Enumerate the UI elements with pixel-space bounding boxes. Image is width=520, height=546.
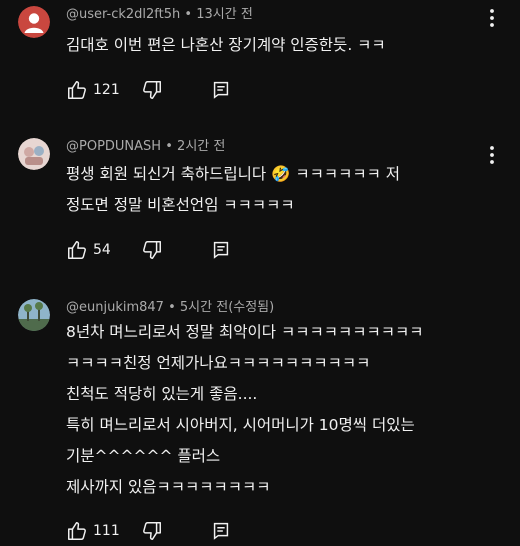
comment-actions: 111 <box>66 520 266 544</box>
avatar[interactable] <box>18 138 50 170</box>
comment-line: 친척도 적당히 있는게 좋음.... <box>66 385 258 403</box>
comment-author[interactable]: @POPDUNASH <box>66 139 161 154</box>
thumbs-down-icon[interactable] <box>141 239 163 261</box>
comment-time[interactable]: 2시간 전 <box>177 139 225 154</box>
comment-line: 제사까지 있음ㅋㅋㅋㅋㅋㅋㅋㅋ <box>66 478 271 496</box>
comment-line: 기분^^^^^^ 플러스 <box>66 447 221 465</box>
comment-line: 평생 회원 되신거 축하드립니다 🤣 ㅋㅋㅋㅋㅋㅋ 저 <box>66 165 401 183</box>
avatar[interactable] <box>18 299 50 331</box>
like-count: 121 <box>93 82 120 98</box>
thumbs-up-icon[interactable] <box>66 520 88 542</box>
avatar[interactable] <box>18 6 50 38</box>
thumbs-down-icon[interactable] <box>141 520 163 542</box>
meta-separator: • <box>165 139 173 154</box>
more-vert-icon[interactable] <box>482 143 502 167</box>
comment-time[interactable]: 5시간 전(수정됨) <box>180 300 274 315</box>
comment-text: 8년차 며느리로서 정말 최악이다 ㅋㅋㅋㅋㅋㅋㅋㅋㅋㅋ ㅋㅋㅋㅋ친정 언제가나… <box>66 317 424 503</box>
comment-line: 정도면 정말 비혼선언임 ㅋㅋㅋㅋㅋ <box>66 196 295 214</box>
comment-actions: 121 <box>66 79 266 103</box>
meta-separator: • <box>184 7 193 22</box>
comment-author[interactable]: @eunjukim847 <box>66 300 164 315</box>
thumbs-down-icon[interactable] <box>141 79 163 101</box>
comment-line: 특히 며느리로서 시아버지, 시어머니가 10명씩 더있는 <box>66 416 415 434</box>
like-count: 54 <box>93 242 111 258</box>
comment-meta: @user-ck2dl2ft5h • 13시간 전 <box>66 6 253 24</box>
reply-icon[interactable] <box>210 520 232 542</box>
comment-line: ㅋㅋㅋㅋ친정 언제가나요ㅋㅋㅋㅋㅋㅋㅋㅋㅋㅋ <box>66 354 371 372</box>
like-count: 111 <box>93 523 120 539</box>
comment-time[interactable]: 13시간 전 <box>196 7 253 22</box>
comment-text: 평생 회원 되신거 축하드립니다 🤣 ㅋㅋㅋㅋㅋㅋ 저 정도면 정말 비혼선언임… <box>66 159 400 221</box>
reply-icon[interactable] <box>210 239 232 261</box>
comment-text: 김대호 이번 편은 나혼산 장기계약 인증한듯. ㅋㅋ <box>66 30 386 61</box>
comment-author[interactable]: @user-ck2dl2ft5h <box>66 7 180 22</box>
comment-line: 8년차 며느리로서 정말 최악이다 ㅋㅋㅋㅋㅋㅋㅋㅋㅋㅋ <box>66 323 424 341</box>
thumbs-up-icon[interactable] <box>66 79 88 101</box>
more-vert-icon[interactable] <box>482 6 502 30</box>
thumbs-up-icon[interactable] <box>66 239 88 261</box>
comment-line: 김대호 이번 편은 나혼산 장기계약 인증한듯. ㅋㅋ <box>66 36 386 54</box>
comment-actions: 54 <box>66 239 266 263</box>
comment-meta: @eunjukim847 • 5시간 전(수정됨) <box>66 299 274 317</box>
meta-separator: • <box>168 300 176 315</box>
comment-meta: @POPDUNASH • 2시간 전 <box>66 138 225 156</box>
reply-icon[interactable] <box>210 79 232 101</box>
